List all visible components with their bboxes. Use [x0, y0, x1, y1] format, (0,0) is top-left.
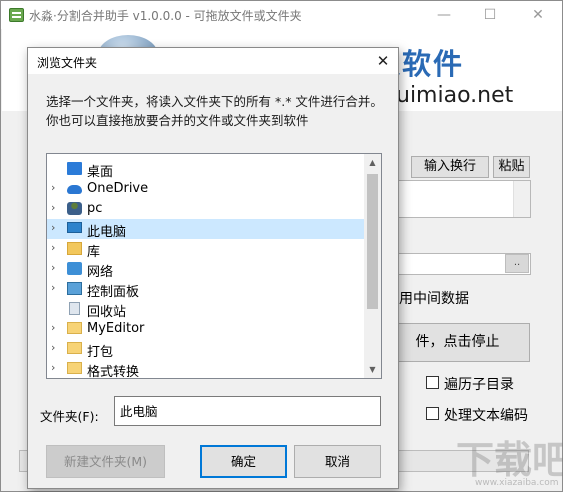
folder-path-input[interactable]: 此电脑: [114, 396, 381, 426]
tree-item[interactable]: › 打包: [47, 339, 365, 360]
expand-chevron-icon[interactable]: ›: [51, 221, 61, 234]
paste-button[interactable]: 粘贴: [493, 156, 530, 178]
expand-chevron-icon[interactable]: ›: [51, 361, 61, 374]
traverse-subdir-checkbox[interactable]: [426, 376, 439, 389]
scroll-thumb[interactable]: [367, 174, 378, 309]
scroll-down-icon[interactable]: ▼: [364, 361, 381, 378]
brand-url: uimiao.net: [396, 83, 514, 108]
tree-item[interactable]: › MyEditor: [47, 319, 365, 339]
app-title: 水淼·分割合并助手 v1.0.0.0 - 可拖放文件或文件夹: [29, 9, 302, 23]
tree-item-label: MyEditor: [87, 321, 145, 336]
tree-item-label: OneDrive: [87, 181, 149, 196]
tree-item[interactable]: › 格式转换: [47, 359, 365, 379]
dialog-titlebar: 浏览文件夹 ✕: [28, 48, 398, 74]
control-panel-icon: [67, 282, 82, 295]
folder-icon: [67, 362, 82, 374]
expand-chevron-icon[interactable]: ›: [51, 321, 61, 334]
window-close-button[interactable]: ✕: [515, 1, 561, 29]
app-icon: [9, 8, 24, 22]
watermark-url: www.xiazaiba.com: [475, 478, 559, 488]
tree-item-label: 此电脑: [87, 225, 127, 240]
expand-chevron-icon[interactable]: ›: [51, 181, 61, 194]
folder-tree[interactable]: 桌面 › OneDrive › pc › 此电脑 › 库 › 网络 › 控制面板 回收站 › MyEditor…: [46, 153, 382, 379]
tree-item[interactable]: › 库: [47, 239, 365, 260]
use-middle-data-label: 用中间数据: [399, 291, 469, 307]
start-stop-button[interactable]: 件，点击停止: [385, 323, 530, 362]
tree-item[interactable]: 回收站: [47, 299, 365, 320]
tree-item[interactable]: 桌面: [47, 159, 365, 180]
scroll-up-icon[interactable]: ▲: [364, 154, 381, 171]
tree-item-label: 打包: [87, 345, 114, 360]
tree-item-label: 库: [87, 245, 101, 260]
minimize-button[interactable]: —: [421, 1, 467, 29]
folder-icon: [67, 322, 82, 334]
expand-chevron-icon[interactable]: ›: [51, 261, 61, 274]
desktop-icon: [67, 162, 82, 175]
dialog-close-icon[interactable]: ✕: [368, 49, 398, 73]
network-icon: [67, 262, 82, 275]
text-encoding-label: 处理文本编码: [444, 408, 528, 424]
maximize-button[interactable]: ☐: [467, 1, 513, 29]
recycle-bin-icon: [69, 302, 80, 315]
file-list-textarea[interactable]: [397, 180, 531, 218]
new-folder-button: 新建文件夹(M): [46, 445, 165, 478]
tree-item[interactable]: › 网络: [47, 259, 365, 280]
tree-item-label: pc: [87, 201, 103, 216]
expand-chevron-icon[interactable]: ›: [51, 201, 61, 214]
tree-item[interactable]: › 此电脑: [47, 219, 365, 240]
user-folder-icon: [67, 202, 82, 215]
cancel-button[interactable]: 取消: [294, 445, 381, 478]
tree-item[interactable]: › OneDrive: [47, 179, 365, 199]
this-pc-icon: [67, 222, 82, 233]
folder-label: 文件夹(F):: [40, 409, 99, 424]
textarea-scrollbar[interactable]: [513, 181, 530, 217]
expand-chevron-icon[interactable]: ›: [51, 241, 61, 254]
tree-item-label: 控制面板: [87, 285, 140, 300]
browse-folder-dialog: 浏览文件夹 ✕ 选择一个文件夹，将读入文件夹下的所有 *.* 文件进行合并。你也…: [27, 47, 399, 489]
tree-item[interactable]: › pc: [47, 199, 365, 219]
traverse-subdir-label: 遍历子目录: [444, 377, 514, 393]
tree-item-label: 回收站: [87, 305, 127, 320]
text-encoding-checkbox[interactable]: [426, 407, 439, 420]
dialog-description: 选择一个文件夹，将读入文件夹下的所有 *.* 文件进行合并。你也可以直接拖放要合…: [46, 94, 383, 128]
browse-button[interactable]: ..: [505, 254, 529, 273]
expand-chevron-icon[interactable]: ›: [51, 341, 61, 354]
ok-button[interactable]: 确定: [200, 445, 287, 478]
onedrive-icon: [67, 185, 82, 194]
app-titlebar: 水淼·分割合并助手 v1.0.0.0 - 可拖放文件或文件夹 — ☐ ✕: [1, 1, 562, 29]
tree-item-label: 网络: [87, 265, 114, 280]
tree-scrollbar[interactable]: ▲ ▼: [364, 154, 381, 378]
tree-item-label: 桌面: [87, 165, 114, 180]
tree-item[interactable]: › 控制面板: [47, 279, 365, 300]
input-newline-button[interactable]: 输入换行: [411, 156, 489, 178]
expand-chevron-icon[interactable]: ›: [51, 281, 61, 294]
libraries-icon: [67, 242, 82, 255]
folder-icon: [67, 342, 82, 354]
tree-item-label: 格式转换: [87, 365, 140, 379]
dialog-title: 浏览文件夹: [37, 56, 98, 70]
